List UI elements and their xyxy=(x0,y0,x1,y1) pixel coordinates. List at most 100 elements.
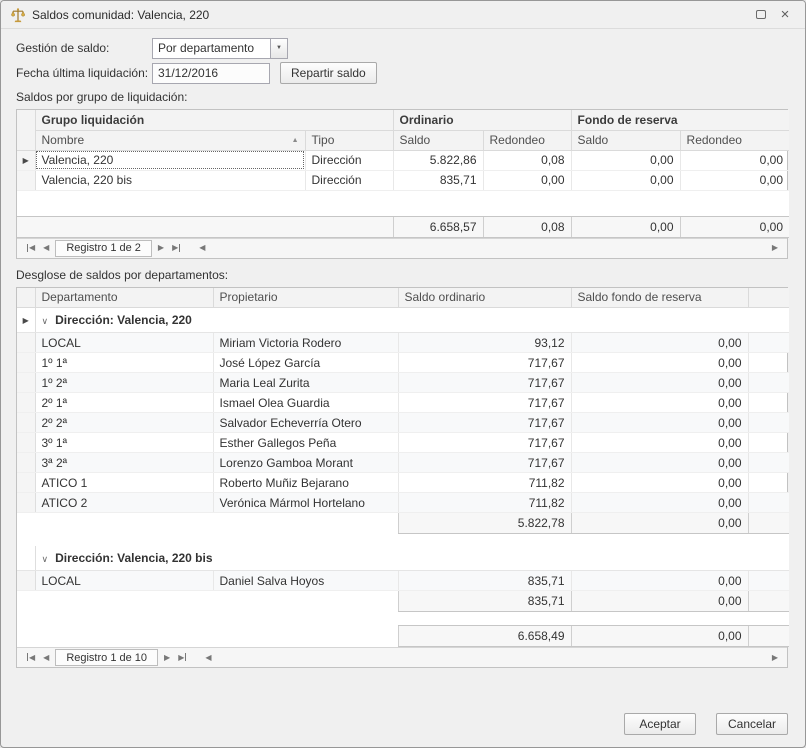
grid-cell[interactable]: 0,00 xyxy=(571,393,748,413)
scrollbar-track[interactable] xyxy=(209,239,767,258)
combobox-dropdown-button[interactable]: ▼ xyxy=(270,39,287,58)
pager-first-button[interactable]: ◀ xyxy=(22,239,39,257)
grid-cell[interactable]: Dirección xyxy=(305,150,393,170)
collapse-icon[interactable]: ∨ xyxy=(42,316,49,326)
departamento-row[interactable]: 1º 1ªJosé López García717,670,00 xyxy=(17,353,789,373)
horizontal-scrollbar[interactable]: ◀ ▶ xyxy=(195,239,782,258)
column-header-saldo-reserva[interactable]: Saldo xyxy=(571,130,680,150)
grid-cell[interactable]: 717,67 xyxy=(398,433,571,453)
grid-cell[interactable]: 3ª 2ª xyxy=(35,453,213,473)
grid-cell[interactable]: Salvador Echeverría Otero xyxy=(213,413,398,433)
column-header-propietario[interactable]: Propietario xyxy=(213,288,398,308)
grid-cell[interactable]: LOCAL xyxy=(35,333,213,353)
grid-cell[interactable]: 0,00 xyxy=(680,170,789,190)
pager-first-button[interactable]: ◀ xyxy=(22,649,39,667)
scroll-right-icon[interactable]: ▶ xyxy=(768,649,782,667)
grid-cell[interactable]: 1º 2ª xyxy=(35,373,213,393)
repartir-saldo-button[interactable]: Repartir saldo xyxy=(280,62,377,84)
pager-last-button[interactable]: ▶ xyxy=(174,649,191,667)
grid-cell[interactable]: Esther Gallegos Peña xyxy=(213,433,398,453)
grid-cell[interactable]: Maria Leal Zurita xyxy=(213,373,398,393)
departamento-row[interactable]: LOCALDaniel Salva Hoyos835,710,00 xyxy=(17,571,789,591)
grid-cell[interactable]: 0,00 xyxy=(571,433,748,453)
grid-cell[interactable]: ATICO 2 xyxy=(35,493,213,513)
grid-cell[interactable]: 717,67 xyxy=(398,373,571,393)
group-title-cell[interactable]: ∨Dirección: Valencia, 220 bis xyxy=(35,546,789,571)
scroll-right-icon[interactable]: ▶ xyxy=(768,239,782,257)
grid-cell[interactable]: 93,12 xyxy=(398,333,571,353)
grid-cell[interactable]: 0,00 xyxy=(571,333,748,353)
grid-cell[interactable]: 2º 2ª xyxy=(35,413,213,433)
pager-next-button[interactable]: ▶ xyxy=(154,239,168,257)
grid-cell[interactable]: 717,67 xyxy=(398,353,571,373)
grid-cell[interactable]: Miriam Victoria Rodero xyxy=(213,333,398,353)
column-header-saldo-ordinario[interactable]: Saldo ordinario xyxy=(398,288,571,308)
grid-cell[interactable]: Daniel Salva Hoyos xyxy=(213,571,398,591)
horizontal-scrollbar[interactable]: ◀ ▶ xyxy=(201,648,782,667)
grid-cell[interactable]: 0,00 xyxy=(571,453,748,473)
grid-cell[interactable]: Valencia, 220 xyxy=(35,150,305,170)
grid-cell[interactable]: 0,00 xyxy=(680,150,789,170)
grid-cell[interactable]: José López García xyxy=(213,353,398,373)
grid-cell[interactable]: 711,82 xyxy=(398,493,571,513)
grid-cell[interactable]: 5.822,86 xyxy=(393,150,483,170)
grid-cell[interactable]: 2º 1ª xyxy=(35,393,213,413)
cancel-button[interactable]: Cancelar xyxy=(716,713,788,735)
grid-cell[interactable]: Valencia, 220 bis xyxy=(35,170,305,190)
grid-cell[interactable]: 835,71 xyxy=(393,170,483,190)
grid-cell[interactable]: 0,00 xyxy=(571,150,680,170)
grid-cell[interactable]: 717,67 xyxy=(398,393,571,413)
group-header-row[interactable]: ∨Dirección: Valencia, 220 bis xyxy=(17,546,789,571)
grid-cell[interactable]: 0,00 xyxy=(571,413,748,433)
grid-cell[interactable]: 711,82 xyxy=(398,473,571,493)
group-header-row[interactable]: ▶∨Dirección: Valencia, 220 xyxy=(17,308,789,333)
departamento-row[interactable]: ATICO 2Verónica Mármol Hortelano711,820,… xyxy=(17,493,789,513)
pager-prev-button[interactable]: ◀ xyxy=(39,239,53,257)
column-header-departamento[interactable]: Departamento xyxy=(35,288,213,308)
grid-cell[interactable]: 0,00 xyxy=(571,493,748,513)
grid-cell[interactable]: 0,00 xyxy=(571,473,748,493)
grid-cell[interactable]: 1º 1ª xyxy=(35,353,213,373)
grupo-liquidacion-row[interactable]: ▶Valencia, 220Dirección5.822,860,080,000… xyxy=(17,150,789,170)
grid-cell[interactable]: 0,00 xyxy=(571,170,680,190)
departamento-row[interactable]: ATICO 1Roberto Muñiz Bejarano711,820,00 xyxy=(17,473,789,493)
grid-cell[interactable]: LOCAL xyxy=(35,571,213,591)
scrollbar-track[interactable] xyxy=(216,648,768,667)
departamento-row[interactable]: 1º 2ªMaria Leal Zurita717,670,00 xyxy=(17,373,789,393)
pager-next-button[interactable]: ▶ xyxy=(160,649,174,667)
departamento-row[interactable]: 3º 1ªEsther Gallegos Peña717,670,00 xyxy=(17,433,789,453)
column-header-tipo[interactable]: Tipo xyxy=(305,130,393,150)
grid-cell[interactable]: 717,67 xyxy=(398,453,571,473)
grid-cell[interactable]: 0,00 xyxy=(571,373,748,393)
grid-cell[interactable]: Roberto Muñiz Bejarano xyxy=(213,473,398,493)
column-header-redondeo-reserva[interactable]: Redondeo xyxy=(680,130,789,150)
departamento-row[interactable]: 2º 2ªSalvador Echeverría Otero717,670,00 xyxy=(17,413,789,433)
scroll-left-icon[interactable]: ◀ xyxy=(195,239,209,257)
grid-cell[interactable]: 717,67 xyxy=(398,413,571,433)
grupo-liquidacion-row[interactable]: Valencia, 220 bisDirección835,710,000,00… xyxy=(17,170,789,190)
fecha-liquidacion-input[interactable]: 31/12/2016 xyxy=(152,63,270,84)
grid-cell[interactable]: 3º 1ª xyxy=(35,433,213,453)
grid-cell[interactable]: ATICO 1 xyxy=(35,473,213,493)
grid-cell[interactable]: Verónica Mármol Hortelano xyxy=(213,493,398,513)
grid-cell[interactable]: Lorenzo Gamboa Morant xyxy=(213,453,398,473)
close-button[interactable]: × xyxy=(773,5,797,25)
grid-cell[interactable]: 835,71 xyxy=(398,571,571,591)
grid-cell[interactable]: 0,00 xyxy=(483,170,571,190)
scroll-left-icon[interactable]: ◀ xyxy=(201,649,215,667)
grid-cell[interactable]: Dirección xyxy=(305,170,393,190)
band-ordinario[interactable]: Ordinario xyxy=(393,110,571,130)
column-header-saldo-ordinario[interactable]: Saldo xyxy=(393,130,483,150)
departamento-row[interactable]: LOCALMiriam Victoria Rodero93,120,00 xyxy=(17,333,789,353)
grid-cell[interactable]: Ismael Olea Guardia xyxy=(213,393,398,413)
grid-cell[interactable]: 0,08 xyxy=(483,150,571,170)
column-header-nombre[interactable]: Nombre ▲ xyxy=(35,130,305,150)
titlebar[interactable]: Saldos comunidad: Valencia, 220 × xyxy=(1,1,805,29)
accept-button[interactable]: Aceptar xyxy=(624,713,696,735)
grid-cell[interactable]: 0,00 xyxy=(571,353,748,373)
group-title-cell[interactable]: ∨Dirección: Valencia, 220 xyxy=(35,308,789,333)
gestion-saldo-combobox[interactable]: Por departamento ▼ xyxy=(152,38,288,59)
band-fondo-reserva[interactable]: Fondo de reserva xyxy=(571,110,789,130)
departamento-row[interactable]: 3ª 2ªLorenzo Gamboa Morant717,670,00 xyxy=(17,453,789,473)
restore-button[interactable] xyxy=(749,5,773,25)
